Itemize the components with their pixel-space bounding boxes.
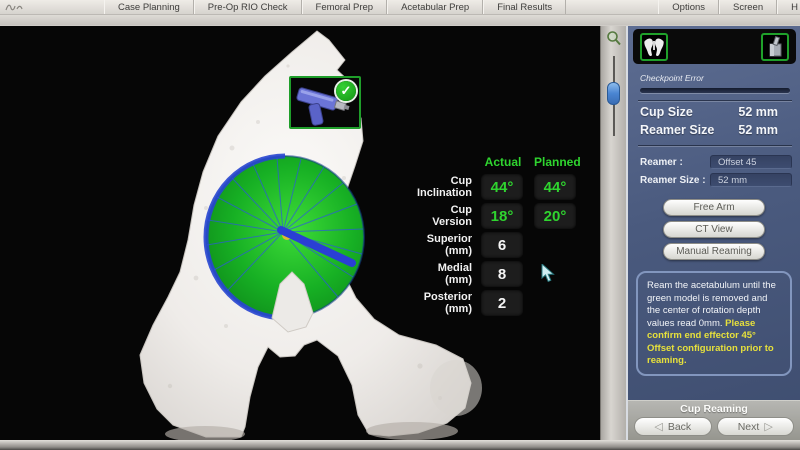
tab-final-results[interactable]: Final Results — [483, 0, 566, 14]
back-button[interactable]: ◁ Back — [634, 417, 712, 436]
cup-size-value: 52 mm — [738, 105, 778, 119]
3d-model-viewport[interactable]: ✓ Actual Planned Cup Inclination 44° 44°… — [0, 26, 600, 440]
back-button-label: Back — [668, 421, 691, 433]
checkpoint-section: Checkpoint Error — [628, 64, 800, 93]
tab-screen[interactable]: Screen — [719, 0, 777, 14]
tabbar-spacer — [566, 0, 658, 14]
value-medial: 8 — [481, 261, 523, 287]
checkpoint-error-bar — [640, 88, 790, 93]
tab-help-partial[interactable]: H — [777, 0, 800, 14]
reamer-size-field-value[interactable]: 52 mm — [710, 173, 792, 187]
pelvis-array-icon — [640, 33, 668, 61]
reamer-size-row: Reamer Size 52 mm — [628, 120, 800, 138]
top-menu-bar: Case Planning Pre-Op RIO Check Femoral P… — [0, 0, 800, 26]
tab-acetabular-prep[interactable]: Acetabular Prep — [387, 0, 483, 14]
column-header-planned: Planned — [534, 155, 578, 172]
manual-reaming-button[interactable]: Manual Reaming — [663, 243, 765, 260]
checkmark-icon: ✓ — [336, 81, 356, 101]
back-chevron-icon: ◁ — [654, 420, 662, 433]
step-title: Cup Reaming — [634, 403, 794, 415]
cup-size-label: Cup Size — [640, 105, 693, 119]
tracking-status-bar — [633, 29, 796, 64]
screen-bottom-bezel — [0, 440, 800, 450]
reamer-size-value: 52 mm — [738, 123, 778, 137]
value-cup-version-actual: 18° — [481, 203, 523, 229]
tab-preop-rio-check[interactable]: Pre-Op RIO Check — [194, 0, 302, 14]
bone-cut-shadow-right — [366, 422, 458, 440]
measurement-panel: Actual Planned Cup Inclination 44° 44° C… — [408, 144, 596, 317]
cup-size-row: Cup Size 52 mm — [628, 102, 800, 120]
row-label-posterior: Posterior (mm) — [408, 291, 472, 316]
reamer-fields: Reamer : Offset 45 Reamer Size : 52 mm — [628, 147, 800, 191]
value-posterior: 2 — [481, 290, 523, 316]
zoom-magnifier-icon[interactable] — [606, 30, 622, 47]
ct-view-button[interactable]: CT View — [663, 221, 765, 238]
row-label-cup-version: Cup Version — [408, 204, 472, 229]
value-cup-version-planned: 20° — [534, 203, 576, 229]
instruction-text: Ream the acetabulum until the green mode… — [647, 280, 776, 329]
zoom-slider-thumb[interactable] — [607, 82, 620, 105]
next-button[interactable]: Next ▷ — [717, 417, 795, 436]
tab-options[interactable]: Options — [658, 0, 719, 14]
end-effector-icon — [761, 33, 789, 61]
reamer-size-field-label: Reamer Size : — [640, 175, 710, 186]
tab-femoral-prep[interactable]: Femoral Prep — [302, 0, 388, 14]
row-label-superior: Superior (mm) — [408, 233, 472, 258]
wizard-footer: Cup Reaming ◁ Back Next ▷ — [628, 400, 800, 440]
next-button-label: Next — [738, 421, 760, 433]
topbar-lower-strip — [0, 15, 800, 25]
reamer-field-label: Reamer : — [640, 157, 710, 168]
checkpoint-error-label: Checkpoint Error — [640, 73, 790, 83]
row-label-medial: Medial (mm) — [408, 262, 472, 287]
free-arm-button[interactable]: Free Arm — [663, 199, 765, 216]
value-superior: 6 — [481, 232, 523, 258]
reamer-field-value[interactable]: Offset 45 — [710, 155, 792, 169]
mode-buttons: Free Arm CT View Manual Reaming — [628, 199, 800, 260]
application-window: Case Planning Pre-Op RIO Check Femoral P… — [0, 0, 800, 450]
value-cup-inclination-planned: 44° — [534, 174, 576, 200]
next-chevron-icon: ▷ — [764, 420, 772, 433]
viewport-side-strip — [600, 26, 626, 440]
instruction-box: Ream the acetabulum until the green mode… — [636, 271, 792, 376]
mouse-cursor-icon — [540, 264, 558, 284]
reamer-size-label: Reamer Size — [640, 123, 714, 137]
column-header-actual: Actual — [481, 155, 525, 172]
tab-case-planning[interactable]: Case Planning — [104, 0, 194, 14]
instrument-status-box: ✓ — [289, 76, 361, 129]
value-cup-inclination-actual: 44° — [481, 174, 523, 200]
control-panel: Checkpoint Error Cup Size 52 mm Reamer S… — [626, 26, 800, 440]
row-label-cup-inclination: Cup Inclination — [408, 175, 472, 200]
logo-mark — [0, 0, 104, 14]
